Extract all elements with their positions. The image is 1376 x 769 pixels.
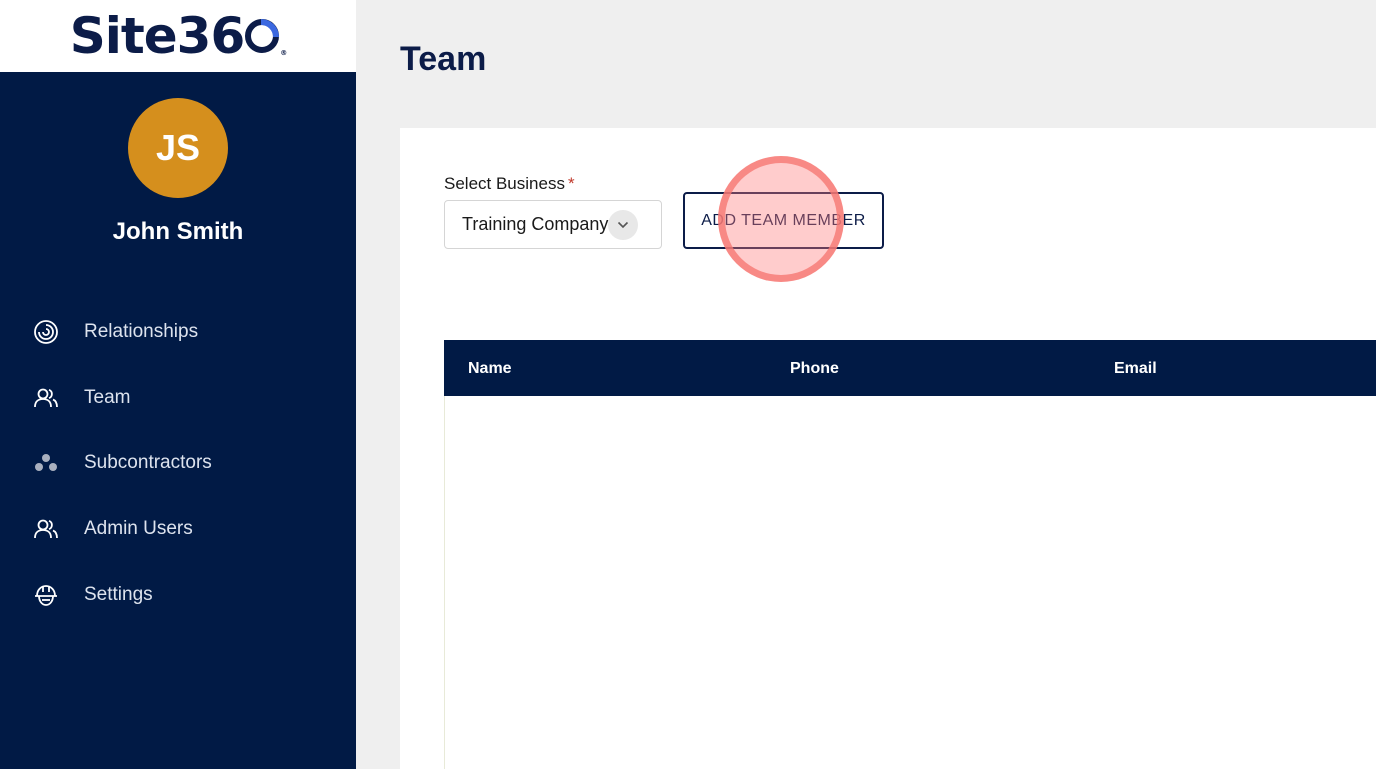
sidebar-item-admin-users[interactable]: Admin Users — [0, 509, 356, 549]
add-team-member-button[interactable]: ADD TEAM MEMBER — [683, 192, 884, 249]
logo-text: Site36 — [69, 7, 246, 65]
sidebar-item-relationships[interactable]: Relationships — [0, 312, 356, 352]
business-select-value: Training Company — [462, 214, 609, 234]
page-title: Team — [400, 40, 487, 78]
relationships-icon — [33, 319, 59, 345]
sidebar-item-label: Settings — [84, 584, 153, 605]
select-business-label: Select Business * — [444, 174, 575, 194]
team-icon — [33, 385, 59, 411]
subcontractors-icon — [33, 450, 59, 476]
admin-users-icon — [33, 516, 59, 542]
logo-wordmark: Site36 ® — [69, 7, 288, 65]
team-table-header: Name Phone Email — [444, 340, 1376, 396]
sidebar-item-label: Admin Users — [84, 518, 193, 539]
select-business-label-text: Select Business — [444, 174, 565, 193]
sidebar-item-subcontractors[interactable]: Subcontractors — [0, 443, 356, 483]
sidebar-item-label: Subcontractors — [84, 452, 212, 473]
avatar-initials: JS — [155, 127, 201, 168]
required-mark: * — [567, 174, 575, 193]
user-name: John Smith — [112, 218, 244, 245]
main-panel: Select Business * Training Company ADD TE… — [400, 128, 1376, 769]
business-select[interactable]: Training Company — [444, 200, 662, 249]
sidebar: JS John Smith Relationships Team Subcont… — [0, 72, 356, 769]
sidebar-item-team[interactable]: Team — [0, 378, 356, 418]
logo: Site36 ® — [0, 0, 356, 72]
logo-ring-icon — [245, 19, 280, 53]
sidebar-item-label: Relationships — [84, 321, 199, 342]
avatar[interactable]: JS — [128, 98, 228, 198]
sidebar-item-label: Team — [84, 387, 131, 408]
column-header-email[interactable]: Email — [1114, 360, 1157, 378]
chevron-down-icon[interactable] — [608, 209, 638, 240]
column-header-phone[interactable]: Phone — [790, 360, 839, 378]
column-header-name[interactable]: Name — [468, 360, 512, 378]
hard-hat-icon — [33, 582, 59, 608]
team-table-body — [444, 396, 1376, 769]
sidebar-item-settings[interactable]: Settings — [0, 575, 356, 615]
logo-registered-mark: ® — [280, 49, 287, 57]
